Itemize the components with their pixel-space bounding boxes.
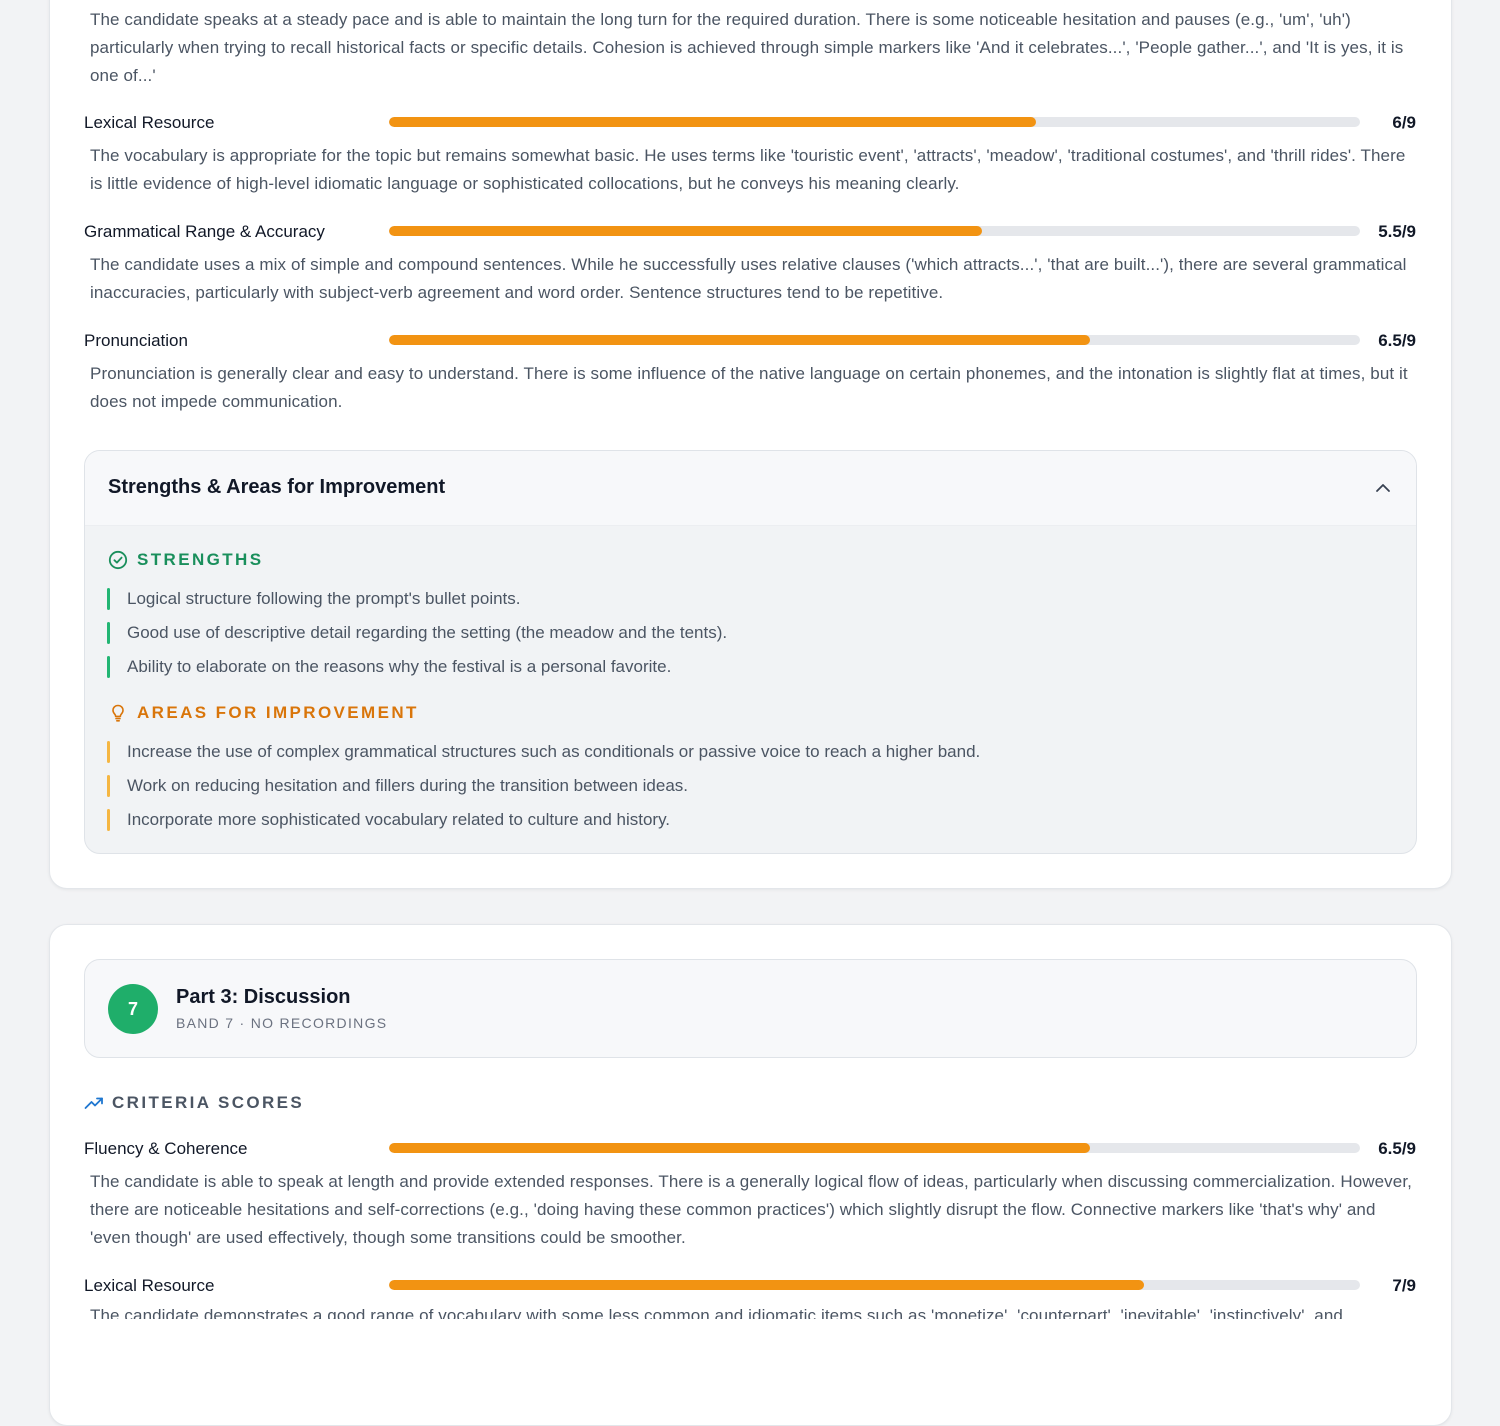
- score-bar-pronunciation: [389, 335, 1360, 345]
- score-bar-grammar: [389, 226, 1360, 236]
- criterion-description-pronunciation: Pronunciation is generally clear and eas…: [90, 364, 1408, 411]
- score-bar-fill: [389, 335, 1091, 345]
- score-bar-fluency: [389, 1143, 1360, 1153]
- lightbulb-icon: [112, 704, 124, 722]
- improvement-item: Work on reducing hesitation and fillers …: [107, 775, 688, 797]
- fluency-description: The candidate speaks at a steady pace an…: [90, 10, 1404, 85]
- score-bar-fill: [389, 1280, 1145, 1290]
- criterion-label-lexical: Lexical Resource: [84, 113, 215, 132]
- chevron-up-icon[interactable]: [1374, 479, 1392, 497]
- score-bar-fill: [389, 1143, 1091, 1153]
- strength-item: Logical structure following the prompt's…: [107, 588, 521, 610]
- criterion-score-lexical: 7/9: [1392, 1276, 1416, 1295]
- panel-title: Strengths & Areas for Improvement: [108, 476, 446, 498]
- score-bar-fill: [389, 117, 1037, 127]
- criterion-description-grammar: The candidate uses a mix of simple and c…: [90, 255, 1407, 302]
- criteria-heading-text: CRITERIA SCORES: [112, 1093, 305, 1112]
- criterion-description-lexical: The vocabulary is appropriate for the to…: [90, 146, 1406, 193]
- score-bar-lexical: [389, 117, 1360, 127]
- strengths-improvements-panel: Strengths & Areas for Improvement STRENG…: [84, 450, 1417, 854]
- criterion-score-pronunciation: 6.5/9: [1378, 331, 1416, 350]
- criterion-label-grammar: Grammatical Range & Accuracy: [84, 222, 325, 241]
- score-bar-fill: [389, 226, 983, 236]
- strengths-heading-text: STRENGTHS: [137, 550, 264, 569]
- improvements-heading-text: AREAS FOR IMPROVEMENT: [137, 703, 419, 722]
- strength-item: Good use of descriptive detail regarding…: [107, 622, 727, 644]
- score-bar-lexical: [389, 1280, 1360, 1290]
- part3-header[interactable]: 7 Part 3: Discussion BAND 7 · NO RECORDI…: [84, 959, 1417, 1058]
- panel-header-toggle[interactable]: Strengths & Areas for Improvement: [85, 451, 1416, 526]
- trending-up-icon: [84, 1097, 103, 1109]
- criterion-label-pronunciation: Pronunciation: [84, 331, 188, 350]
- check-circle-icon: [108, 550, 128, 570]
- part-title: Part 3: Discussion: [176, 986, 351, 1008]
- part-subtitle: BAND 7 · NO RECORDINGS: [176, 1015, 388, 1031]
- criterion-label-lexical: Lexical Resource: [84, 1276, 215, 1295]
- criterion-score-grammar: 5.5/9: [1378, 222, 1416, 241]
- improvement-item: Incorporate more sophisticated vocabular…: [107, 809, 670, 831]
- criterion-label-fluency: Fluency & Coherence: [84, 1139, 248, 1158]
- criterion-score-fluency: 6.5/9: [1378, 1139, 1416, 1158]
- improvement-item: Increase the use of complex grammatical …: [107, 741, 980, 763]
- band-badge: 7: [108, 984, 158, 1034]
- criterion-description-lexical: The candidate demonstrates a good range …: [90, 1306, 1343, 1319]
- criterion-score-lexical: 6/9: [1392, 113, 1416, 132]
- criterion-description-fluency: The candidate is able to speak at length…: [90, 1172, 1412, 1247]
- strength-item: Ability to elaborate on the reasons why …: [107, 656, 671, 678]
